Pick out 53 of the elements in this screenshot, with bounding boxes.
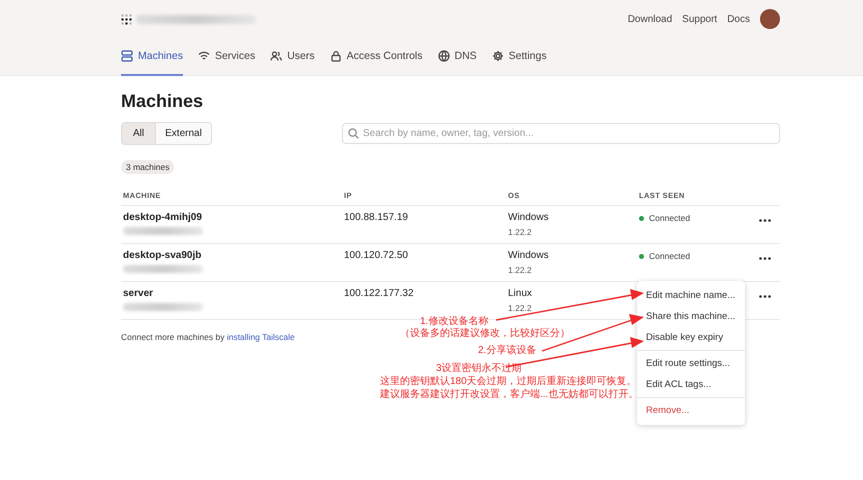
settings-icon (492, 50, 504, 62)
search-field[interactable]: Search by name, owner, tag, version... (342, 123, 780, 144)
header-link[interactable]: Support (682, 14, 718, 24)
page-title: Machines (121, 91, 204, 112)
menu-item[interactable]: Share this machine... (637, 306, 745, 327)
status-text: Connected (649, 213, 690, 223)
logo-icon (121, 14, 132, 24)
wifi-icon (198, 50, 210, 62)
header-link[interactable]: Download (628, 14, 672, 24)
machine-name[interactable]: server (123, 288, 342, 299)
menu-item[interactable]: Remove... (637, 400, 745, 421)
machine-count-badge: 3 machines (121, 160, 174, 174)
ip-address: 100.120.72.50 (343, 249, 409, 261)
annotation-text: 这里的密钥默认180天会过期，过期后重新连接即可恢复。 (380, 376, 637, 387)
nav-tab[interactable]: DNS (438, 38, 477, 76)
more-icon[interactable] (758, 219, 770, 222)
os-name: Linux (508, 288, 533, 299)
more-icon[interactable] (758, 295, 770, 298)
avatar[interactable] (760, 9, 780, 29)
globe-icon (438, 50, 450, 62)
os-version: 1.22.2 (508, 265, 533, 275)
status-text: Connected (649, 251, 690, 261)
filter-toggle[interactable]: All (122, 123, 156, 144)
footer-text: Connect more machines by installing Tailscale (121, 332, 295, 342)
machine-name[interactable]: desktop-4mihj09 (123, 212, 342, 223)
os-name: Windows (508, 212, 550, 223)
install-link[interactable]: installing Tailscale (226, 332, 295, 342)
annotation-text: （设备多的话建议修改，比较好区分） (400, 328, 570, 339)
menu-item[interactable]: Disable key expiry (637, 327, 745, 348)
os-version: 1.22.2 (508, 227, 533, 237)
header-link[interactable]: Docs (727, 14, 750, 24)
ip-address: 100.122.177.32 (343, 287, 415, 299)
nav-tab[interactable]: Access Controls (330, 38, 422, 76)
nav-tab[interactable]: Machines (121, 38, 183, 76)
menu-item[interactable]: Edit machine name... (637, 285, 745, 306)
menu-item[interactable]: Edit ACL tags... (637, 374, 745, 395)
nav-tab[interactable]: Users (270, 38, 315, 76)
os-version: 1.22.2 (508, 303, 533, 313)
annotation-text: 2.分享该设备 (478, 345, 536, 356)
servers-icon (121, 50, 133, 62)
filter-toggle[interactable]: External (156, 123, 211, 144)
annotation-text: 1.修改设备名称 (420, 316, 488, 327)
machine-name[interactable]: desktop-sva90jb (123, 250, 342, 261)
nav-tab[interactable]: Settings (492, 38, 547, 76)
ip-address: 100.88.157.19 (343, 211, 409, 223)
more-icon[interactable] (758, 257, 770, 260)
os-name: Windows (508, 250, 550, 261)
lock-icon (330, 50, 342, 62)
search-icon (348, 128, 359, 139)
annotation-text: 建议服务器建议打开改设置，客户端...也无妨都可以打开。 (380, 389, 638, 400)
menu-item[interactable]: Edit route settings... (637, 353, 745, 374)
users-icon (270, 50, 282, 62)
nav-tab[interactable]: Services (198, 38, 256, 76)
